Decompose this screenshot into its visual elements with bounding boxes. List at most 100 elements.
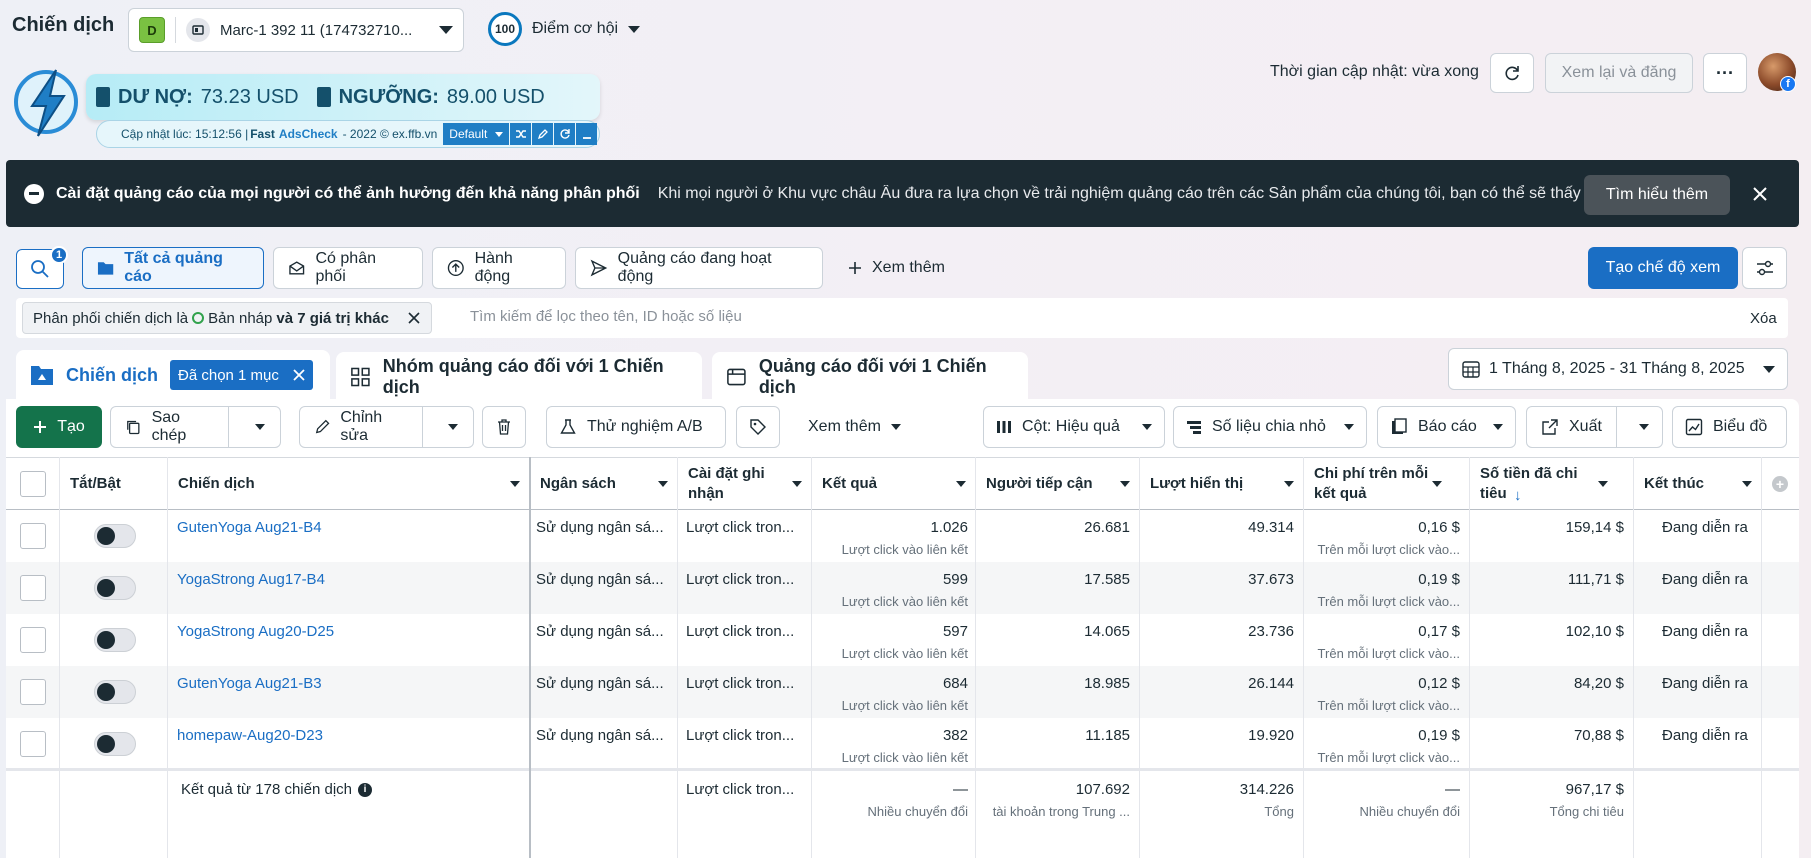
campaign-toggle[interactable] (94, 732, 136, 756)
tab-ads[interactable]: Quảng cáo đối với 1 Chiến dịch (712, 352, 1028, 402)
shuffle-button[interactable] (510, 123, 532, 145)
duplicate-button[interactable]: Sao chép (111, 407, 230, 447)
column-header-campaign[interactable]: Chiến dịch (178, 458, 528, 510)
columns-button[interactable]: Cột: Hiệu quả (983, 406, 1165, 448)
chevron-down-icon[interactable] (1598, 481, 1608, 487)
account-name: Marc-1 392 11 (174732710... (220, 21, 413, 39)
results-cell: 599 (942, 571, 968, 588)
chevron-down-icon (447, 424, 458, 430)
learn-more-button[interactable]: Tìm hiểu thêm (1584, 175, 1730, 215)
opportunity-score[interactable]: 100 Điểm cơ hội (488, 12, 641, 46)
more-options-button[interactable]: ··· (1703, 53, 1747, 93)
row-checkbox[interactable] (20, 523, 46, 549)
campaign-toggle[interactable] (94, 524, 136, 548)
edit-button[interactable]: Chỉnh sửa (300, 407, 423, 447)
chevron-down-icon[interactable] (1432, 481, 1442, 487)
campaign-name-link[interactable]: homepaw-Aug20-D23 (177, 727, 517, 744)
summary-impressions: 314.226 (1239, 781, 1294, 798)
tab-actions[interactable]: Hành động (432, 247, 566, 289)
minus-circle-icon (24, 183, 44, 204)
column-header-spent[interactable]: Số tiền đã chi tiêu ↓ (1480, 458, 1632, 510)
row-checkbox[interactable] (20, 627, 46, 653)
column-header-cpr[interactable]: Chi phí trên mỗi kết quả (1314, 458, 1468, 510)
export-button-group[interactable]: Xuất (1526, 406, 1663, 448)
column-header-attribution[interactable]: Cài đặt ghi nhận (688, 458, 810, 510)
info-icon[interactable]: i (358, 782, 372, 797)
breakdown-button[interactable]: Số liệu chia nhỏ (1173, 406, 1367, 448)
close-icon[interactable] (293, 369, 305, 381)
tab-adsets[interactable]: Nhóm quảng cáo đối với 1 Chiến dịch (336, 352, 702, 402)
reports-button[interactable]: Báo cáo (1377, 406, 1516, 448)
add-column-icon[interactable]: + (1772, 476, 1788, 492)
duplicate-button-group[interactable]: Sao chép (110, 406, 281, 448)
calendar-icon (1462, 361, 1480, 378)
date-range-picker[interactable]: 1 Tháng 8, 2025 - 31 Tháng 8, 2025 (1448, 348, 1788, 390)
charts-button[interactable]: Biểu đồ (1672, 406, 1787, 448)
chevron-down-icon[interactable] (1742, 481, 1752, 487)
tab-campaigns[interactable]: Chiến dịch Đã chọn 1 mục (16, 350, 330, 400)
see-more-filters[interactable]: Xem thêm (834, 247, 964, 289)
account-selector[interactable]: D Marc-1 392 11 (174732710... (128, 8, 464, 52)
chip-prefix: Phân phối chiến dịch là (33, 309, 189, 327)
reload-widget-button[interactable] (554, 123, 576, 145)
close-icon[interactable] (407, 311, 421, 325)
breakdown-icon (1187, 421, 1201, 434)
summary-reach-value[interactable]: 107.692 (1075, 781, 1130, 798)
refresh-button[interactable] (1490, 53, 1534, 93)
campaign-toggle[interactable] (94, 576, 136, 600)
adset-grid-icon (351, 367, 370, 387)
select-all-checkbox[interactable] (20, 471, 46, 497)
column-header-results[interactable]: Kết quả (822, 458, 974, 510)
column-header-toggle[interactable]: Tắt/Bật (70, 458, 166, 510)
chevron-down-icon[interactable] (658, 481, 668, 487)
campaign-name-link[interactable]: GutenYoga Aug21-B3 (177, 675, 517, 692)
row-checkbox[interactable] (20, 575, 46, 601)
create-view-button[interactable]: Tạo chế độ xem (1588, 247, 1738, 289)
ab-test-button[interactable]: Thử nghiệm A/B (546, 406, 726, 448)
close-banner-button[interactable] (1746, 180, 1774, 208)
edit-widget-button[interactable] (532, 123, 554, 145)
campaign-toggle[interactable] (94, 628, 136, 652)
column-header-ends[interactable]: Kết thúc (1644, 458, 1760, 510)
account-initial-badge: D (139, 17, 165, 43)
report-icon (1392, 418, 1407, 434)
tab-delivering[interactable]: Có phân phối (273, 247, 423, 289)
create-button[interactable]: Tạo (16, 406, 102, 448)
duplicate-dropdown[interactable] (239, 407, 280, 447)
campaign-name-link[interactable]: YogaStrong Aug17-B4 (177, 571, 517, 588)
tag-button[interactable] (736, 406, 780, 448)
selected-count-chip[interactable]: Đã chọn 1 mục (170, 360, 313, 390)
impressions-cell: 37.673 (1248, 571, 1294, 588)
campaign-name-link[interactable]: YogaStrong Aug20-D25 (177, 623, 517, 640)
search-input[interactable]: Tìm kiếm để lọc theo tên, ID hoặc số liệ… (470, 308, 742, 325)
export-button[interactable]: Xuất (1527, 407, 1617, 447)
chevron-down-icon[interactable] (510, 481, 520, 487)
chevron-down-icon[interactable] (792, 481, 802, 487)
facebook-icon: f (1780, 76, 1796, 92)
column-header-impressions[interactable]: Lượt hiển thị (1150, 458, 1302, 510)
filter-settings-button[interactable] (1742, 247, 1787, 289)
column-header-label: Chiến dịch (178, 475, 255, 492)
review-publish-button[interactable]: Xem lại và đăng (1545, 53, 1693, 93)
campaign-toggle[interactable] (94, 680, 136, 704)
tab-all-ads[interactable]: Tất cả quảng cáo (82, 247, 264, 289)
edit-button-group[interactable]: Chỉnh sửa (299, 406, 474, 448)
column-header-budget[interactable]: Ngân sách (540, 458, 676, 510)
chevron-down-icon[interactable] (956, 481, 966, 487)
delivery-filter-chip[interactable]: Phân phối chiến dịch là Bản nháp và 7 gi… (22, 302, 432, 334)
minimize-widget-button[interactable] (576, 123, 598, 145)
row-checkbox[interactable] (20, 679, 46, 705)
summary-reach: 107.692 (976, 781, 1130, 798)
tab-active-ads[interactable]: Quảng cáo đang hoạt động (575, 247, 823, 289)
chevron-down-icon[interactable] (1120, 481, 1130, 487)
clear-filters-link[interactable]: Xóa (1750, 310, 1777, 327)
edit-dropdown[interactable] (433, 407, 473, 447)
export-dropdown[interactable] (1627, 407, 1662, 447)
column-header-reach[interactable]: Người tiếp cận (986, 458, 1138, 510)
delete-button[interactable] (482, 406, 526, 448)
row-checkbox[interactable] (20, 731, 46, 757)
more-actions-button[interactable]: Xem thêm (796, 406, 916, 448)
mode-select[interactable]: Default (443, 123, 510, 145)
campaign-name-link[interactable]: GutenYoga Aug21-B4 (177, 519, 517, 536)
chevron-down-icon[interactable] (1284, 481, 1294, 487)
